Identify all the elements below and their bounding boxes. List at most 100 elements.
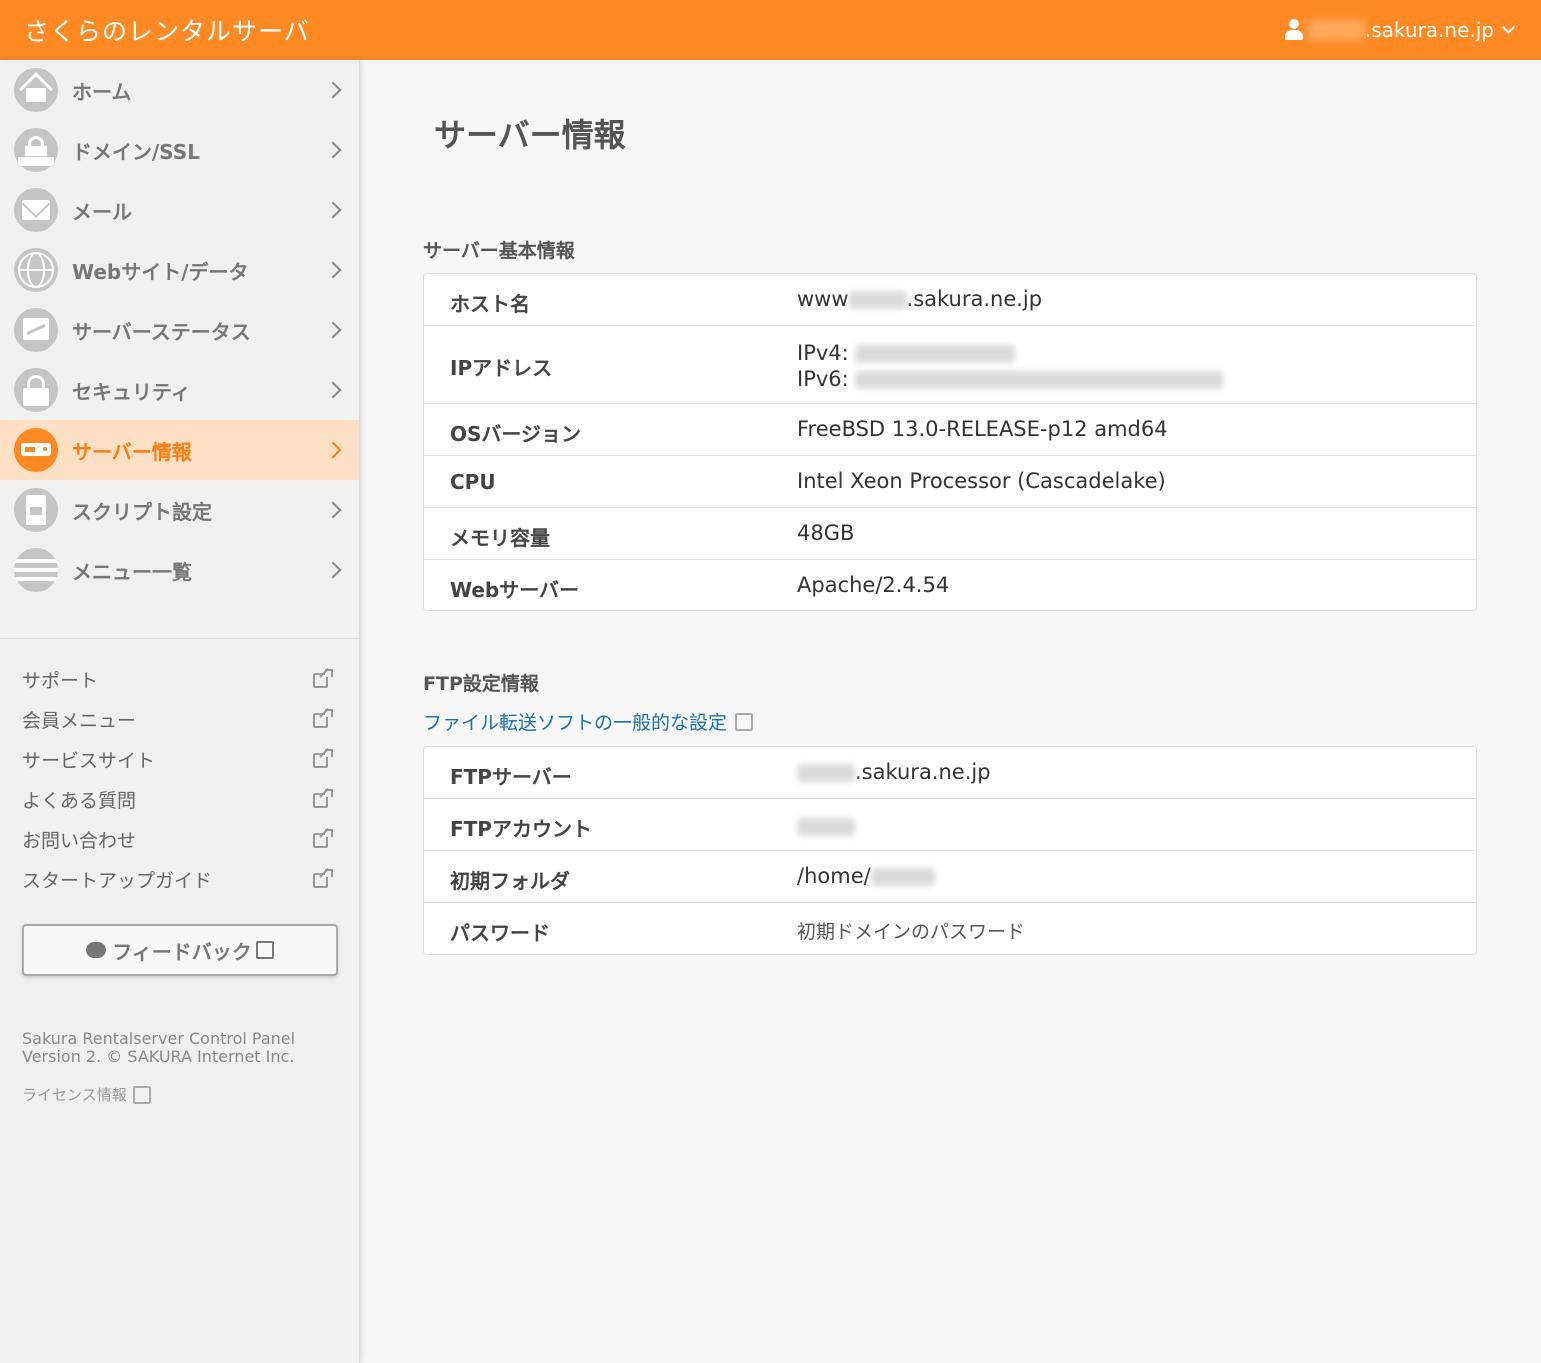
copyright-line: Sakura Rentalserver Control Panel [22,1029,296,1048]
main-content: サーバー情報 サーバー基本情報 ホスト名 www .sakura.ne.jp IP… [361,60,1541,1363]
row-value: 48GB [797,521,855,545]
link-member-menu[interactable]: 会員メニュー [0,699,359,739]
section-title-basic: サーバー基本情報 [423,240,575,262]
link-label: 会員メニュー [22,709,137,732]
table-row: IPアドレス IPv4: IPv6: [424,326,1476,404]
table-row: OSバージョン FreeBSD 13.0-RELEASE-p12 amd64 [424,404,1476,456]
link-label: サポート [22,669,99,692]
row-value: Apache/2.4.54 [797,573,950,597]
globe-icon [14,248,58,292]
redacted-value [855,345,1016,363]
folder-prefix: /home/ [797,864,871,888]
row-key: FTPアカウント [450,817,592,841]
link-service-site[interactable]: サービスサイト [0,739,359,779]
sidebar-item-label: メール [72,199,132,224]
brand-logo[interactable]: さくらのレンタルサーバ [24,12,310,48]
ftp-server-value: .sakura.ne.jp [797,760,991,784]
redacted-value [797,818,855,836]
sidebar-item-security[interactable]: セキュリティ [0,360,359,420]
chevron-right-icon [324,381,342,399]
external-link-icon [313,747,333,769]
sidebar-item-label: スクリプト設定 [72,499,212,524]
row-key: Webサーバー [450,578,580,602]
copyright: Sakura Rentalserver Control Panel Versio… [22,1030,342,1066]
chevron-right-icon [324,561,342,579]
sidebar-divider [0,638,359,639]
table-row: CPU Intel Xeon Processor (Cascadelake) [424,456,1476,508]
external-links: サポート 会員メニュー サービスサイト よくある質問 お問い合わせ スタートアッ… [0,659,359,899]
sidebar-item-home[interactable]: ホーム [0,60,359,120]
copyright-line: Version 2. © SAKURA Internet Inc. [22,1047,295,1066]
sidebar-item-label: セキュリティ [72,379,191,404]
redacted-value [855,371,1224,389]
sidebar-item-server-status[interactable]: サーバーステータス [0,300,359,360]
chevron-down-icon [1502,21,1515,34]
table-row: FTPアカウント [424,799,1476,851]
link-label: スタートアップガイド [22,869,213,892]
initial-folder-value: /home/ [797,864,935,888]
sidebar-item-mail[interactable]: メール [0,180,359,240]
row-value: FreeBSD 13.0-RELEASE-p12 amd64 [797,417,1168,441]
sidebar-item-menu-list[interactable]: メニュー一覧 [0,540,359,600]
sidebar-item-server-info[interactable]: サーバー情報 [0,420,359,480]
row-key: パスワード [450,921,550,945]
link-contact[interactable]: お問い合わせ [0,819,359,859]
link-label: サービスサイト [22,749,156,772]
external-link-icon [313,787,333,809]
chevron-right-icon [324,261,342,279]
row-key: FTPサーバー [450,765,572,789]
server-icon [14,428,58,472]
external-link-icon [313,827,333,849]
link-startup-guide[interactable]: スタートアップガイド [0,859,359,899]
external-link-icon [313,667,333,689]
hostname-value: www .sakura.ne.jp [797,287,1042,311]
sidebar-nav: ホーム ドメイン/SSL メール Webサイト/データ サーバーステータス セキ… [0,60,359,600]
section-title-ftp: FTP設定情報 [423,673,539,695]
external-link-icon [132,1085,151,1104]
sidebar-item-label: サーバー情報 [72,439,192,464]
ftp-general-settings-link[interactable]: ファイル転送ソフトの一般的な設定 [423,708,754,735]
sidebar-item-label: Webサイト/データ [72,259,249,284]
sidebar: ホーム ドメイン/SSL メール Webサイト/データ サーバーステータス セキ… [0,60,360,1363]
chevron-right-icon [324,81,342,99]
row-key: OSバージョン [450,422,582,446]
table-row: FTPサーバー .sakura.ne.jp [424,747,1476,799]
chevron-right-icon [324,441,342,459]
ftp-info-table: FTPサーバー .sakura.ne.jp FTPアカウント 初期フォルダ /h… [423,746,1477,955]
link-label: お問い合わせ [22,829,137,852]
license-link[interactable]: ライセンス情報 [22,1084,151,1105]
redacted-value [848,291,907,309]
home-icon [14,68,58,112]
row-value: Intel Xeon Processor (Cascadelake) [797,469,1166,493]
chart-icon [14,308,58,352]
mail-icon [14,188,58,232]
link-faq[interactable]: よくある質問 [0,779,359,819]
chevron-right-icon [324,201,342,219]
link-label: ファイル転送ソフトの一般的な設定 [423,712,728,734]
feedback-button[interactable]: フィードバック [22,924,338,976]
account-menu[interactable]: .sakura.ne.jp [1284,18,1515,42]
sidebar-item-domain-ssl[interactable]: ドメイン/SSL [0,120,359,180]
script-file-icon [14,488,58,532]
account-domain: .sakura.ne.jp [1364,18,1494,42]
external-link-icon [735,712,754,731]
server-basic-info-table: ホスト名 www .sakura.ne.jp IPアドレス IPv4: IPv6:… [423,273,1477,611]
external-link-icon [313,707,333,729]
sidebar-item-label: ホーム [72,79,132,104]
link-support[interactable]: サポート [0,659,359,699]
chevron-right-icon [324,141,342,159]
ip-address-value: IPv4: IPv6: [797,340,1224,392]
external-link-icon [313,867,333,889]
sidebar-item-website-data[interactable]: Webサイト/データ [0,240,359,300]
sidebar-item-script-settings[interactable]: スクリプト設定 [0,480,359,540]
chevron-right-icon [324,321,342,339]
table-row: パスワード 初期ドメインのパスワード [424,903,1476,955]
table-row: 初期フォルダ /home/ [424,851,1476,903]
ftp-account-value [797,814,855,838]
sidebar-item-label: ドメイン/SSL [72,139,200,164]
external-link-icon [255,941,274,959]
user-icon [1284,19,1303,41]
link-label: よくある質問 [22,789,137,812]
top-bar: さくらのレンタルサーバ .sakura.ne.jp [0,0,1541,60]
table-row: ホスト名 www .sakura.ne.jp [424,274,1476,326]
